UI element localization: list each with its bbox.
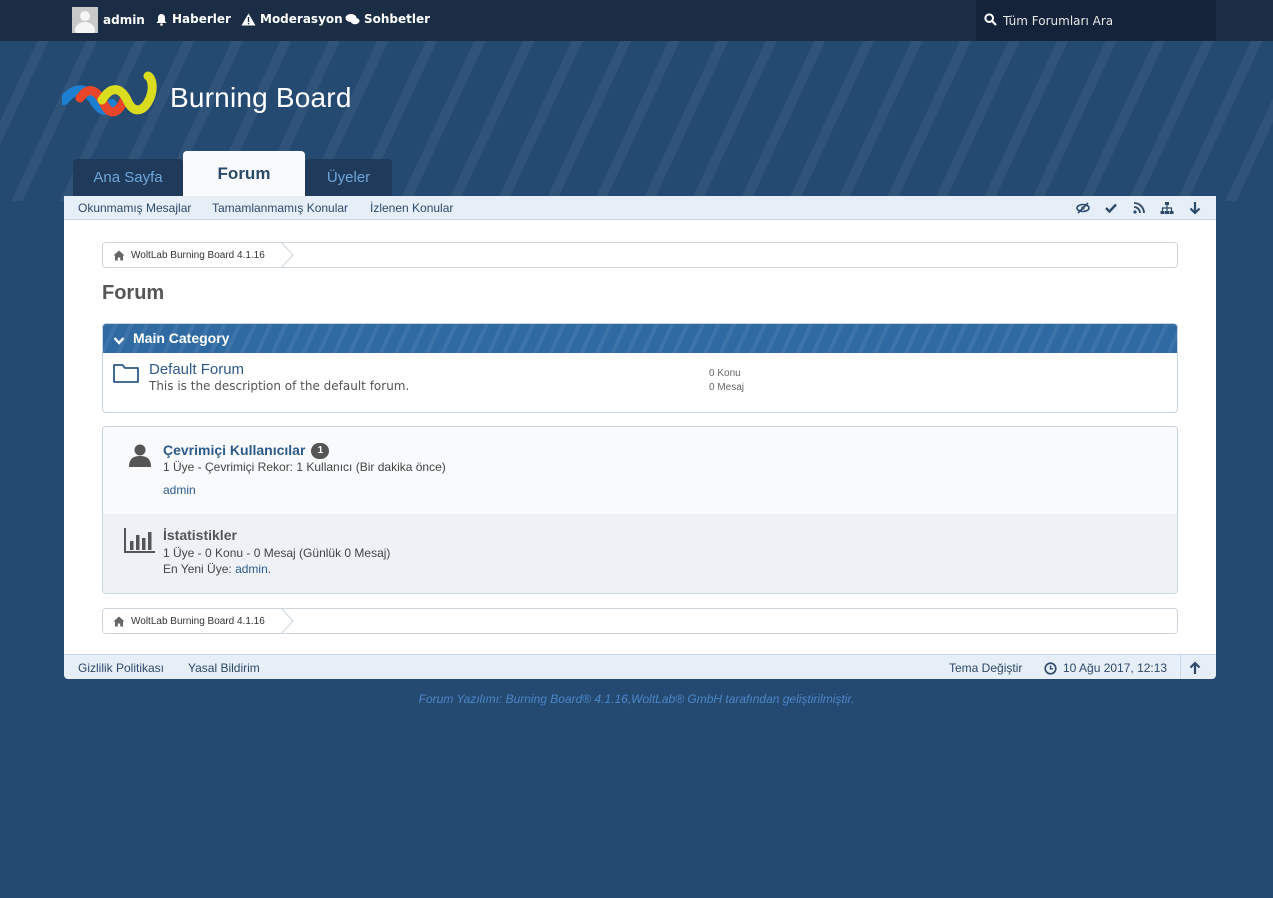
change-theme-link[interactable]: Tema Değiştir: [949, 661, 1022, 675]
arrow-up-icon[interactable]: [1188, 660, 1202, 679]
home-icon: [113, 250, 125, 261]
nav-chats[interactable]: Sohbetler: [345, 12, 430, 26]
info-box: Çevrimiçi Kullanıcılar 1 1 Üye - Çevrimiç…: [102, 426, 1178, 594]
copyright-text[interactable]: Forum Yazılımı: Burning Board® 4.1.16,Wo…: [0, 692, 1273, 706]
forum-title-link[interactable]: Default Forum: [149, 361, 244, 378]
nav-news[interactable]: Haberler: [155, 12, 231, 26]
newest-member-link[interactable]: admin: [235, 562, 268, 576]
search-icon: [984, 12, 997, 29]
breadcrumb-separator: [281, 242, 294, 268]
tab-forum[interactable]: Forum: [183, 151, 305, 196]
breadcrumb-label: WoltLab Burning Board 4.1.16: [131, 249, 265, 261]
forum-topic-count: 0 Konu: [709, 368, 741, 379]
bell-icon: [155, 13, 168, 26]
search-placeholder: Tüm Forumları Ara: [1003, 13, 1114, 28]
online-users-section: Çevrimiçi Kullanıcılar 1: [163, 442, 330, 460]
check-icon[interactable]: [1104, 200, 1118, 214]
avatar: [72, 7, 98, 33]
username: admin: [103, 13, 145, 27]
sitemap-icon[interactable]: [1160, 200, 1174, 214]
privacy-policy-link[interactable]: Gizlilik Politikası: [78, 661, 164, 675]
online-user-link[interactable]: admin: [163, 483, 196, 497]
rss-icon[interactable]: [1132, 200, 1146, 214]
logo-text: Burning Board: [170, 82, 352, 113]
footer-navigation: Gizlilik Politikası Yasal Bildirim Tema …: [64, 654, 1216, 679]
current-datetime: 10 Ağu 2017, 12:13: [1063, 661, 1168, 675]
breadcrumb: WoltLab Burning Board 4.1.16: [102, 242, 1178, 268]
subnav-unread-posts[interactable]: Okunmamış Mesajlar: [78, 201, 191, 215]
sub-navigation: Okunmamış Mesajlar Tamamlanmamış Konular…: [64, 196, 1216, 220]
breadcrumb-bottom: WoltLab Burning Board 4.1.16: [102, 608, 1178, 634]
clock-icon: [1044, 660, 1057, 679]
arrow-down-icon[interactable]: [1188, 200, 1202, 215]
online-users-title[interactable]: Çevrimiçi Kullanıcılar: [163, 442, 305, 458]
category-title: Main Category: [133, 330, 230, 346]
legal-notice-link[interactable]: Yasal Bildirim: [188, 661, 260, 675]
search-input[interactable]: Tüm Forumları Ara: [976, 0, 1216, 41]
statistics-summary: 1 Üye - 0 Konu - 0 Mesaj (Günlük 0 Mesaj…: [163, 546, 391, 560]
breadcrumb-separator: [281, 608, 294, 634]
nav-moderation[interactable]: Moderasyon: [241, 12, 343, 26]
subnav-unresolved-topics[interactable]: Tamamlanmamış Konular: [212, 201, 348, 215]
warning-icon: [241, 13, 256, 26]
nav-news-label: Haberler: [172, 12, 231, 26]
online-summary: 1 Üye - Çevrimiçi Rekor: 1 Kullanıcı (Bi…: [163, 460, 446, 474]
chevron-down-icon: [113, 333, 125, 349]
page-title: Forum: [102, 282, 165, 304]
main-panel: Okunmamış Mesajlar Tamamlanmamış Konular…: [64, 196, 1216, 679]
breadcrumb-item[interactable]: WoltLab Burning Board 4.1.16: [103, 609, 265, 633]
category-header[interactable]: Main Category: [103, 324, 1177, 353]
user-icon: [128, 443, 152, 471]
forum-description: This is the description of the default f…: [149, 379, 410, 393]
logo-icon[interactable]: [59, 70, 162, 126]
newest-member: En Yeni Üye: admin.: [163, 562, 271, 576]
nav-moderation-label: Moderasyon: [260, 12, 343, 26]
user-menu[interactable]: admin: [72, 7, 145, 33]
breadcrumb-label: WoltLab Burning Board 4.1.16: [131, 615, 265, 627]
tab-home[interactable]: Ana Sayfa: [73, 159, 183, 196]
subnav-watched-topics[interactable]: İzlenen Konular: [370, 201, 453, 215]
breadcrumb-item[interactable]: WoltLab Burning Board 4.1.16: [103, 243, 265, 267]
eye-slash-icon[interactable]: [1076, 200, 1090, 214]
online-count-badge: 1: [311, 443, 330, 460]
category-box: Main Category Default Forum This is the …: [102, 323, 1178, 413]
newest-member-label: En Yeni Üye:: [163, 562, 232, 576]
forum-post-count: 0 Mesaj: [709, 382, 745, 393]
home-icon: [113, 616, 125, 627]
top-bar: admin Haberler Moderasyon Sohbetler Tüm …: [0, 0, 1273, 41]
folder-icon: [113, 362, 139, 388]
statistics-title: İstatistikler: [163, 527, 237, 543]
tab-members[interactable]: Üyeler: [305, 159, 392, 196]
footer-divider: [1180, 655, 1181, 679]
bar-chart-icon: [124, 527, 156, 557]
newest-member-suffix: .: [267, 562, 272, 576]
chat-icon: [345, 13, 360, 26]
nav-chats-label: Sohbetler: [364, 12, 431, 26]
